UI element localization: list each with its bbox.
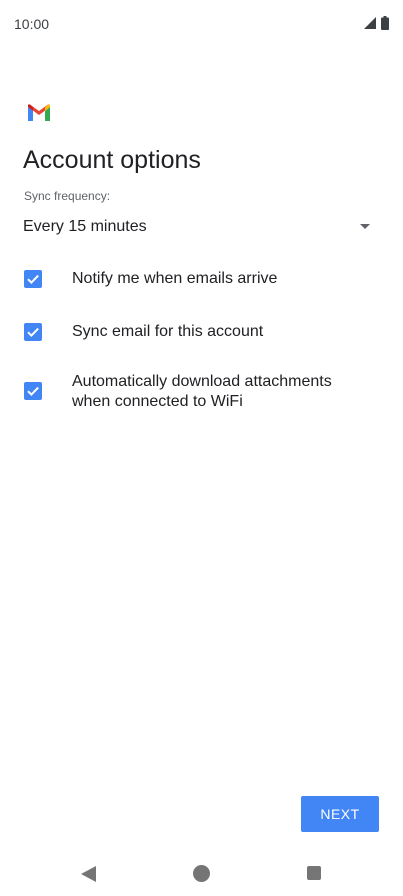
sync-frequency-value: Every 15 minutes [23, 218, 147, 235]
dropdown-arrow-icon [360, 224, 370, 229]
option-sync-email[interactable]: Sync email for this account [0, 319, 403, 347]
back-icon[interactable] [81, 866, 97, 882]
option-label: Sync email for this account [72, 323, 264, 340]
option-label: Automatically download attachments when … [72, 373, 332, 410]
sync-frequency-label: Sync frequency: [24, 189, 111, 203]
option-label: Notify me when emails arrive [72, 270, 278, 287]
status-bar: 10:00 [0, 0, 403, 48]
home-icon[interactable] [193, 865, 210, 882]
battery-icon [381, 16, 389, 30]
recents-icon[interactable] [307, 866, 321, 880]
navigation-bar [0, 848, 403, 896]
gmail-logo-icon [28, 104, 50, 121]
checkmark-icon [27, 274, 39, 285]
auto-download-checkbox[interactable] [24, 382, 42, 400]
page-title: Account options [23, 146, 201, 174]
option-auto-download[interactable]: Automatically download attachments when … [0, 370, 403, 414]
sync-email-checkbox[interactable] [24, 323, 42, 341]
sync-frequency-dropdown[interactable]: Every 15 minutes [23, 212, 375, 244]
option-notify[interactable]: Notify me when emails arrive [0, 266, 403, 294]
checkmark-icon [27, 386, 39, 397]
status-time: 10:00 [14, 16, 50, 32]
next-button[interactable]: NEXT [301, 796, 379, 832]
signal-icon [364, 17, 376, 29]
notify-checkbox[interactable] [24, 270, 42, 288]
checkmark-icon [27, 327, 39, 338]
